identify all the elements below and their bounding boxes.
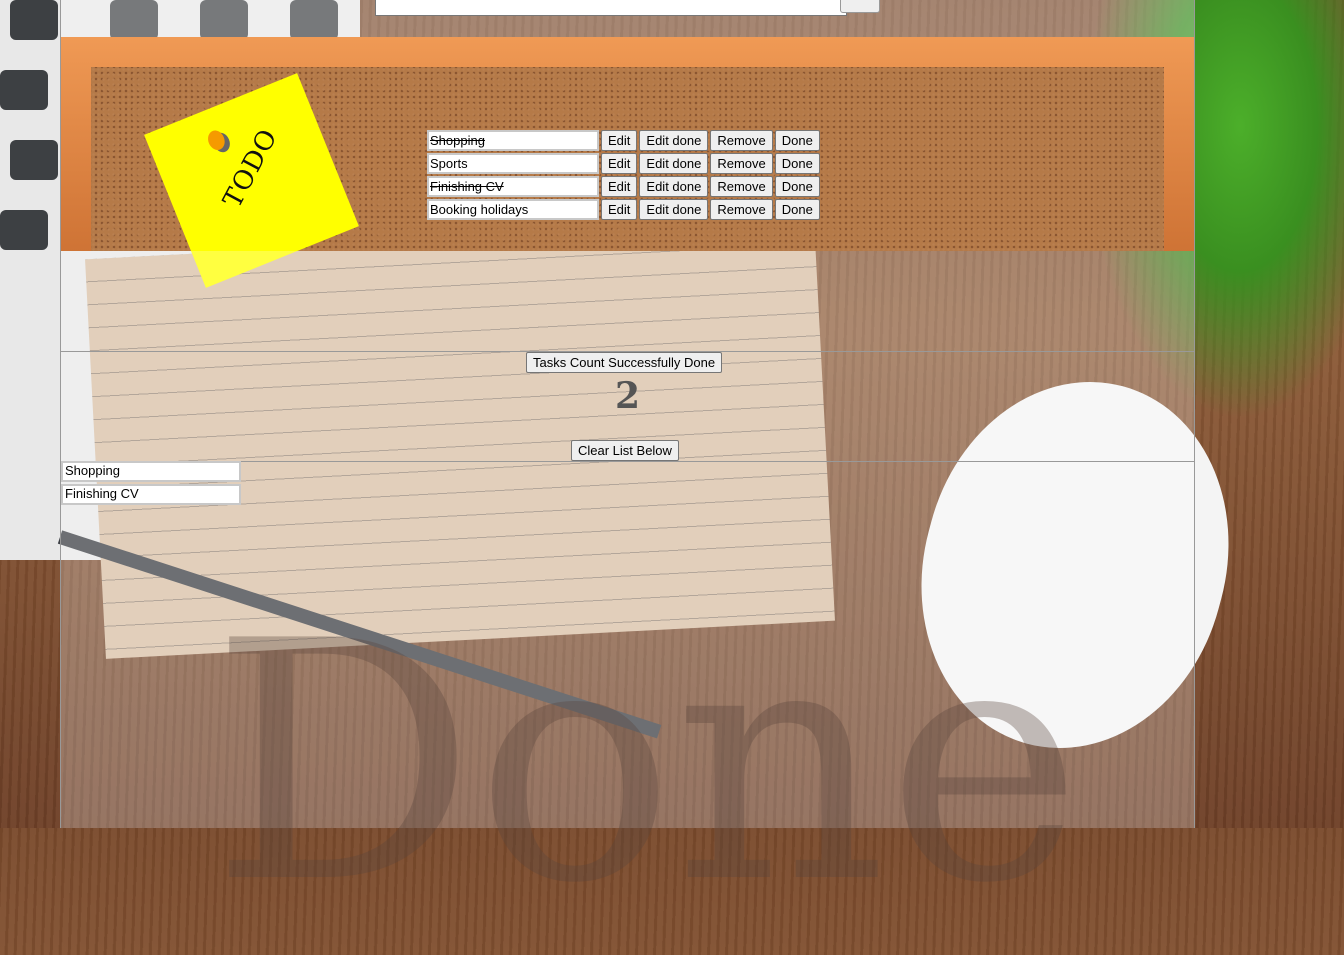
task-row: Booking holidays Edit Edit done Remove D… (427, 199, 820, 220)
edit-done-button[interactable]: Edit done (639, 153, 709, 174)
done-list-item: Shopping (61, 461, 241, 482)
spacer-section (61, 251, 1194, 352)
stats-section: Tasks Count Successfully Done 2 Clear Li… (61, 351, 1194, 462)
remove-button[interactable]: Remove (710, 199, 773, 220)
app-container: TODO Shopping Edit Edit done Remove Done… (60, 0, 1195, 955)
task-list: Shopping Edit Edit done Remove Done Sport… (427, 130, 820, 222)
add-task-button[interactable] (840, 0, 880, 13)
clear-list-button[interactable]: Clear List Below (571, 440, 679, 461)
done-button[interactable]: Done (774, 153, 820, 174)
task-input[interactable]: Booking holidays (427, 199, 599, 220)
tasks-count-button[interactable]: Tasks Count Successfully Done (526, 352, 723, 373)
new-task-input[interactable] (375, 0, 847, 16)
done-section: Done Shopping Finishing CV (61, 461, 1194, 955)
task-input[interactable]: Shopping (427, 130, 599, 151)
edit-done-button[interactable]: Edit done (639, 176, 709, 197)
done-watermark: Done (211, 571, 1083, 955)
sticky-note-label: TODO (217, 123, 284, 213)
remove-button[interactable]: Remove (710, 176, 773, 197)
task-input[interactable]: Finishing CV (427, 176, 599, 197)
done-button[interactable]: Done (774, 199, 820, 220)
task-row: Shopping Edit Edit done Remove Done (427, 130, 820, 151)
edit-done-button[interactable]: Edit done (639, 199, 709, 220)
task-input[interactable]: Sports (427, 153, 599, 174)
edit-button[interactable]: Edit (601, 130, 638, 151)
task-row: Sports Edit Edit done Remove Done (427, 153, 820, 174)
pin-icon (205, 127, 228, 153)
task-row: Finishing CV Edit Edit done Remove Done (427, 176, 820, 197)
edit-button[interactable]: Edit (601, 199, 638, 220)
edit-button[interactable]: Edit (601, 176, 638, 197)
edit-done-button[interactable]: Edit done (639, 130, 709, 151)
done-button[interactable]: Done (774, 176, 820, 197)
done-list-item: Finishing CV (61, 484, 241, 505)
header (61, 0, 1194, 37)
done-count: 2 (614, 375, 641, 417)
remove-button[interactable]: Remove (710, 153, 773, 174)
edit-button[interactable]: Edit (601, 153, 638, 174)
done-button[interactable]: Done (774, 130, 820, 151)
remove-button[interactable]: Remove (710, 130, 773, 151)
